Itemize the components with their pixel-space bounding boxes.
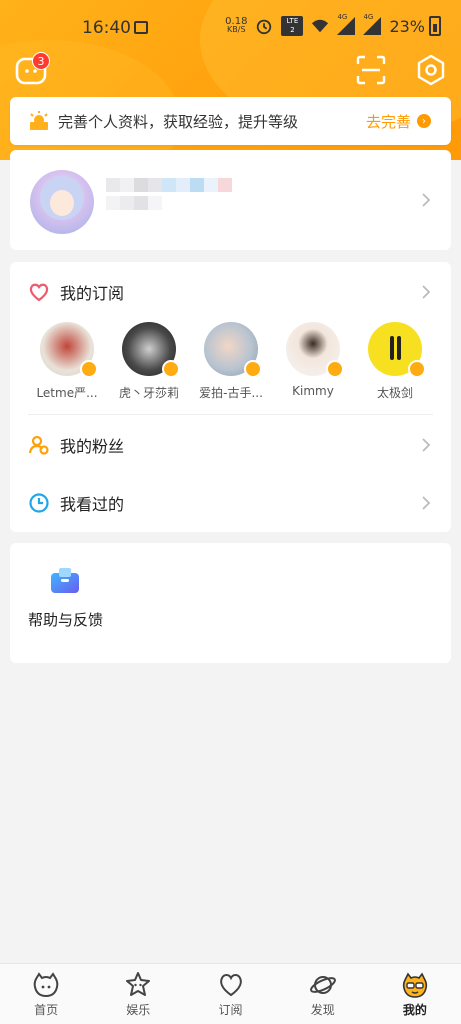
live-badge-icon — [408, 360, 426, 378]
settings-icon[interactable] — [415, 54, 447, 86]
clock-icon — [29, 493, 49, 513]
fans-icon — [28, 435, 49, 455]
chevron-right-icon — [422, 193, 431, 207]
banner-text: 完善个人资料，获取经验，提升等级 — [58, 112, 299, 131]
heart-icon — [29, 283, 49, 302]
my-fans-label: 我的粉丝 — [60, 437, 125, 456]
streamer-avatar — [122, 322, 180, 378]
profile-tab-icon — [402, 972, 428, 998]
live-badge-icon — [80, 360, 98, 378]
streamer-avatar — [286, 322, 344, 378]
help-card: 帮助与反馈 — [10, 543, 451, 663]
chevron-right-icon — [422, 496, 431, 510]
status-indicators: 0.18 KB/S LTE 2 4G 4G 23% — [225, 13, 441, 36]
subscriptions-card: 我的订阅 Letme严... 虎丶牙莎莉 爱拍-古手... Kimmy 太极剑 … — [10, 262, 451, 532]
subscription-list: Letme严... 虎丶牙莎莉 爱拍-古手... Kimmy 太极剑 — [10, 322, 451, 404]
tab-home[interactable]: 首页 — [0, 964, 92, 1024]
status-time: 16:40 — [82, 18, 131, 38]
streamer-avatar — [204, 322, 262, 378]
help-feedback-item[interactable]: 帮助与反馈 — [10, 543, 120, 663]
battery: 23% — [389, 16, 441, 36]
avatar[interactable] — [30, 170, 94, 234]
home-tab-icon — [33, 972, 59, 998]
user-subtitle-blurred — [106, 196, 162, 210]
signal-2: 4G — [363, 13, 382, 35]
live-badge-icon — [244, 360, 262, 378]
signal-1: 4G — [337, 13, 356, 35]
scan-icon[interactable] — [356, 55, 386, 85]
level-up-icon — [30, 111, 48, 130]
alarm-icon — [257, 19, 272, 35]
subscription-item[interactable]: Letme严... — [36, 322, 98, 404]
heart-tab-icon — [219, 974, 242, 997]
subscription-item[interactable]: Kimmy — [286, 322, 344, 404]
wifi-icon — [312, 19, 329, 33]
tab-subscriptions[interactable]: 订阅 — [184, 964, 276, 1024]
history-row[interactable]: 我看过的 — [10, 475, 451, 531]
complete-profile-link[interactable]: 去完善 › — [366, 111, 431, 132]
tab-entertainment[interactable]: 娱乐 — [92, 964, 184, 1024]
history-label: 我看过的 — [60, 495, 125, 514]
my-subscriptions-label: 我的订阅 — [60, 284, 125, 303]
my-fans-row[interactable]: 我的粉丝 — [10, 417, 451, 473]
chevron-right-icon — [422, 438, 431, 452]
status-bar: 16:40 0.18 KB/S LTE 2 4G 4G 23% — [0, 0, 461, 56]
help-feedback-icon — [51, 568, 79, 593]
battery-icon — [429, 16, 441, 36]
divider — [28, 414, 433, 415]
streamer-avatar — [368, 322, 426, 378]
subscription-item[interactable]: 虎丶牙莎莉 — [119, 322, 180, 404]
message-badge: 3 — [32, 52, 50, 70]
live-badge-icon — [326, 360, 344, 378]
planet-icon — [309, 976, 336, 994]
streamer-avatar — [40, 322, 98, 378]
net-speed: 0.18 KB/S — [225, 16, 248, 34]
username-blurred — [106, 178, 232, 192]
my-subscriptions-row[interactable]: 我的订阅 — [10, 264, 451, 320]
subscription-item[interactable]: 太极剑 — [368, 322, 426, 404]
help-feedback-label: 帮助与反馈 — [28, 611, 104, 629]
battery-percent: 23% — [389, 16, 425, 36]
tab-me[interactable]: 我的 — [369, 964, 461, 1024]
tab-discover[interactable]: 发现 — [277, 964, 369, 1024]
image-notification-icon — [134, 21, 148, 34]
profile-card[interactable] — [10, 150, 451, 250]
bottom-tab-bar: 首页 娱乐 订阅 发现 我的 — [0, 963, 461, 1024]
live-badge-icon — [162, 360, 180, 378]
subscription-item[interactable]: 爱拍-古手... — [199, 322, 263, 404]
complete-profile-label: 去完善 — [365, 112, 411, 131]
profile-completion-banner[interactable]: 完善个人资料，获取经验，提升等级 去完善 › — [10, 97, 451, 145]
arrow-right-icon: › — [417, 114, 431, 128]
star-face-icon — [126, 972, 151, 996]
volte-badge: LTE 2 — [281, 16, 304, 36]
chevron-right-icon — [422, 285, 431, 299]
